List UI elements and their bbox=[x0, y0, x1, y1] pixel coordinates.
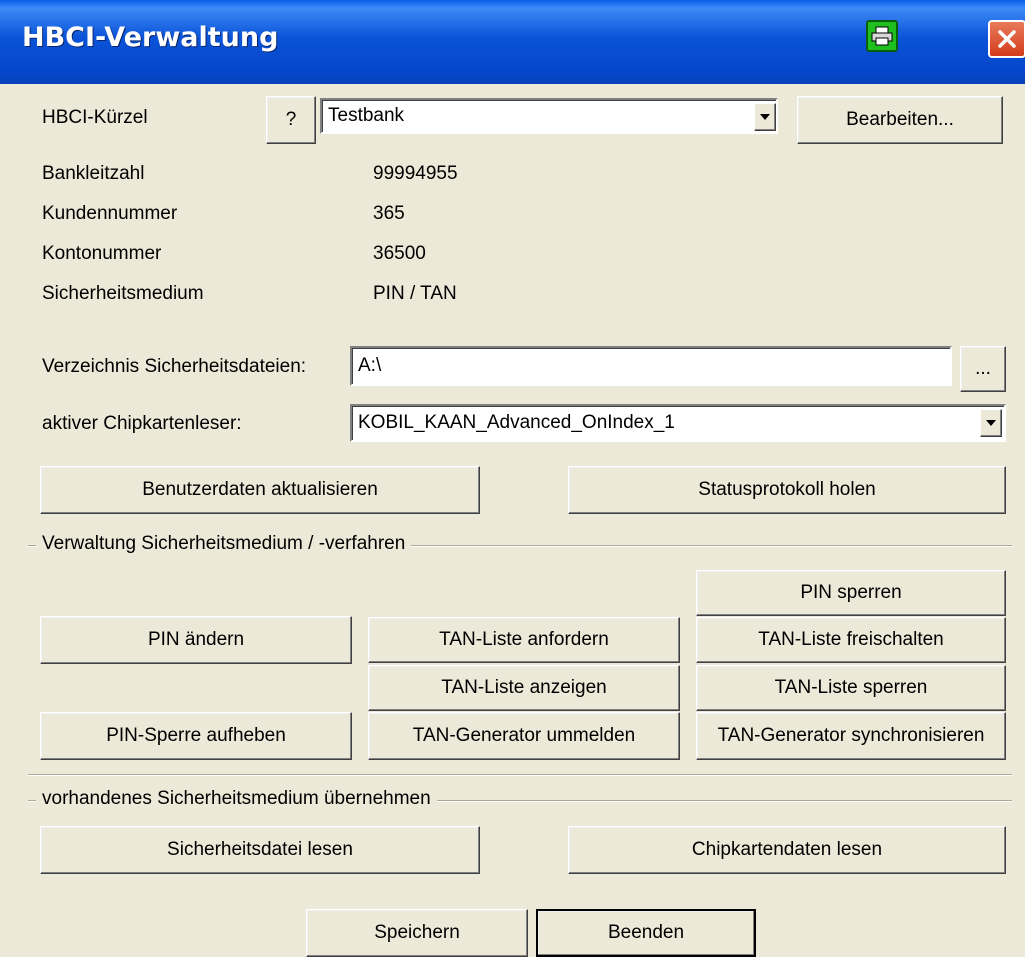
sicherheitsmedium-value: PIN / TAN bbox=[373, 283, 457, 304]
pin-unlock-button[interactable]: PIN-Sperre aufheben bbox=[40, 712, 352, 760]
reader-select[interactable]: KOBIL_KAAN_Advanced_OnIndex_1 bbox=[350, 404, 1006, 442]
sicherheitsmedium-label: Sicherheitsmedium bbox=[42, 283, 204, 304]
pin-change-button[interactable]: PIN ändern bbox=[40, 616, 352, 664]
hbci-kuerzel-label: HBCI-Kürzel bbox=[42, 107, 148, 128]
save-button[interactable]: Speichern bbox=[306, 909, 528, 957]
kontonummer-label: Kontonummer bbox=[42, 243, 162, 264]
hbci-window: HBCI-Verwaltung HBCI-Kürzel ? Testbank B… bbox=[0, 0, 1025, 957]
tan-list-request-button[interactable]: TAN-Liste anfordern bbox=[368, 617, 680, 663]
tan-list-lock-button[interactable]: TAN-Liste sperren bbox=[696, 665, 1006, 711]
status-log-button[interactable]: Statusprotokoll holen bbox=[568, 466, 1006, 514]
kontonummer-value: 36500 bbox=[373, 243, 426, 264]
kundennummer-label: Kundennummer bbox=[42, 203, 178, 224]
read-chipcard-button[interactable]: Chipkartendaten lesen bbox=[568, 826, 1006, 874]
close-button[interactable]: Beenden bbox=[536, 909, 756, 957]
tan-generator-sync-button[interactable]: TAN-Generator synchronisieren bbox=[696, 712, 1006, 760]
read-security-file-button[interactable]: Sicherheitsdatei lesen bbox=[40, 826, 480, 874]
window-title: HBCI-Verwaltung bbox=[22, 22, 279, 53]
group-manage-title: Verwaltung Sicherheitsmedium / -verfahre… bbox=[36, 533, 412, 555]
help-button[interactable]: ? bbox=[266, 96, 316, 144]
title-bar[interactable]: HBCI-Verwaltung bbox=[0, 0, 1025, 84]
close-icon[interactable] bbox=[988, 20, 1025, 58]
directory-label: Verzeichnis Sicherheitsdateien: bbox=[42, 356, 307, 377]
directory-value: A:\ bbox=[358, 355, 382, 376]
bankleitzahl-label: Bankleitzahl bbox=[42, 163, 145, 184]
pin-lock-button[interactable]: PIN sperren bbox=[696, 570, 1006, 616]
reader-label: aktiver Chipkartenleser: bbox=[42, 413, 242, 434]
tan-list-activate-button[interactable]: TAN-Liste freischalten bbox=[696, 617, 1006, 663]
browse-button[interactable]: ... bbox=[960, 346, 1006, 392]
hbci-kuerzel-value: Testbank bbox=[328, 105, 405, 126]
edit-button[interactable]: Bearbeiten... bbox=[797, 96, 1003, 144]
kundennummer-value: 365 bbox=[373, 203, 405, 224]
bankleitzahl-value: 99994955 bbox=[373, 163, 458, 184]
update-user-data-button[interactable]: Benutzerdaten aktualisieren bbox=[40, 466, 480, 514]
group-import-title: vorhandenes Sicherheitsmedium übernehmen bbox=[36, 788, 437, 810]
group-manage-bottom-divider bbox=[28, 774, 1012, 776]
hbci-kuerzel-select[interactable]: Testbank bbox=[320, 98, 778, 134]
print-icon[interactable] bbox=[866, 20, 898, 52]
reader-value: KOBIL_KAAN_Advanced_OnIndex_1 bbox=[358, 412, 675, 433]
tan-generator-reregister-button[interactable]: TAN-Generator ummelden bbox=[368, 712, 680, 760]
chevron-down-icon[interactable] bbox=[980, 409, 1002, 437]
directory-input[interactable]: A:\ bbox=[350, 346, 952, 386]
tan-list-show-button[interactable]: TAN-Liste anzeigen bbox=[368, 665, 680, 711]
chevron-down-icon[interactable] bbox=[754, 103, 776, 131]
